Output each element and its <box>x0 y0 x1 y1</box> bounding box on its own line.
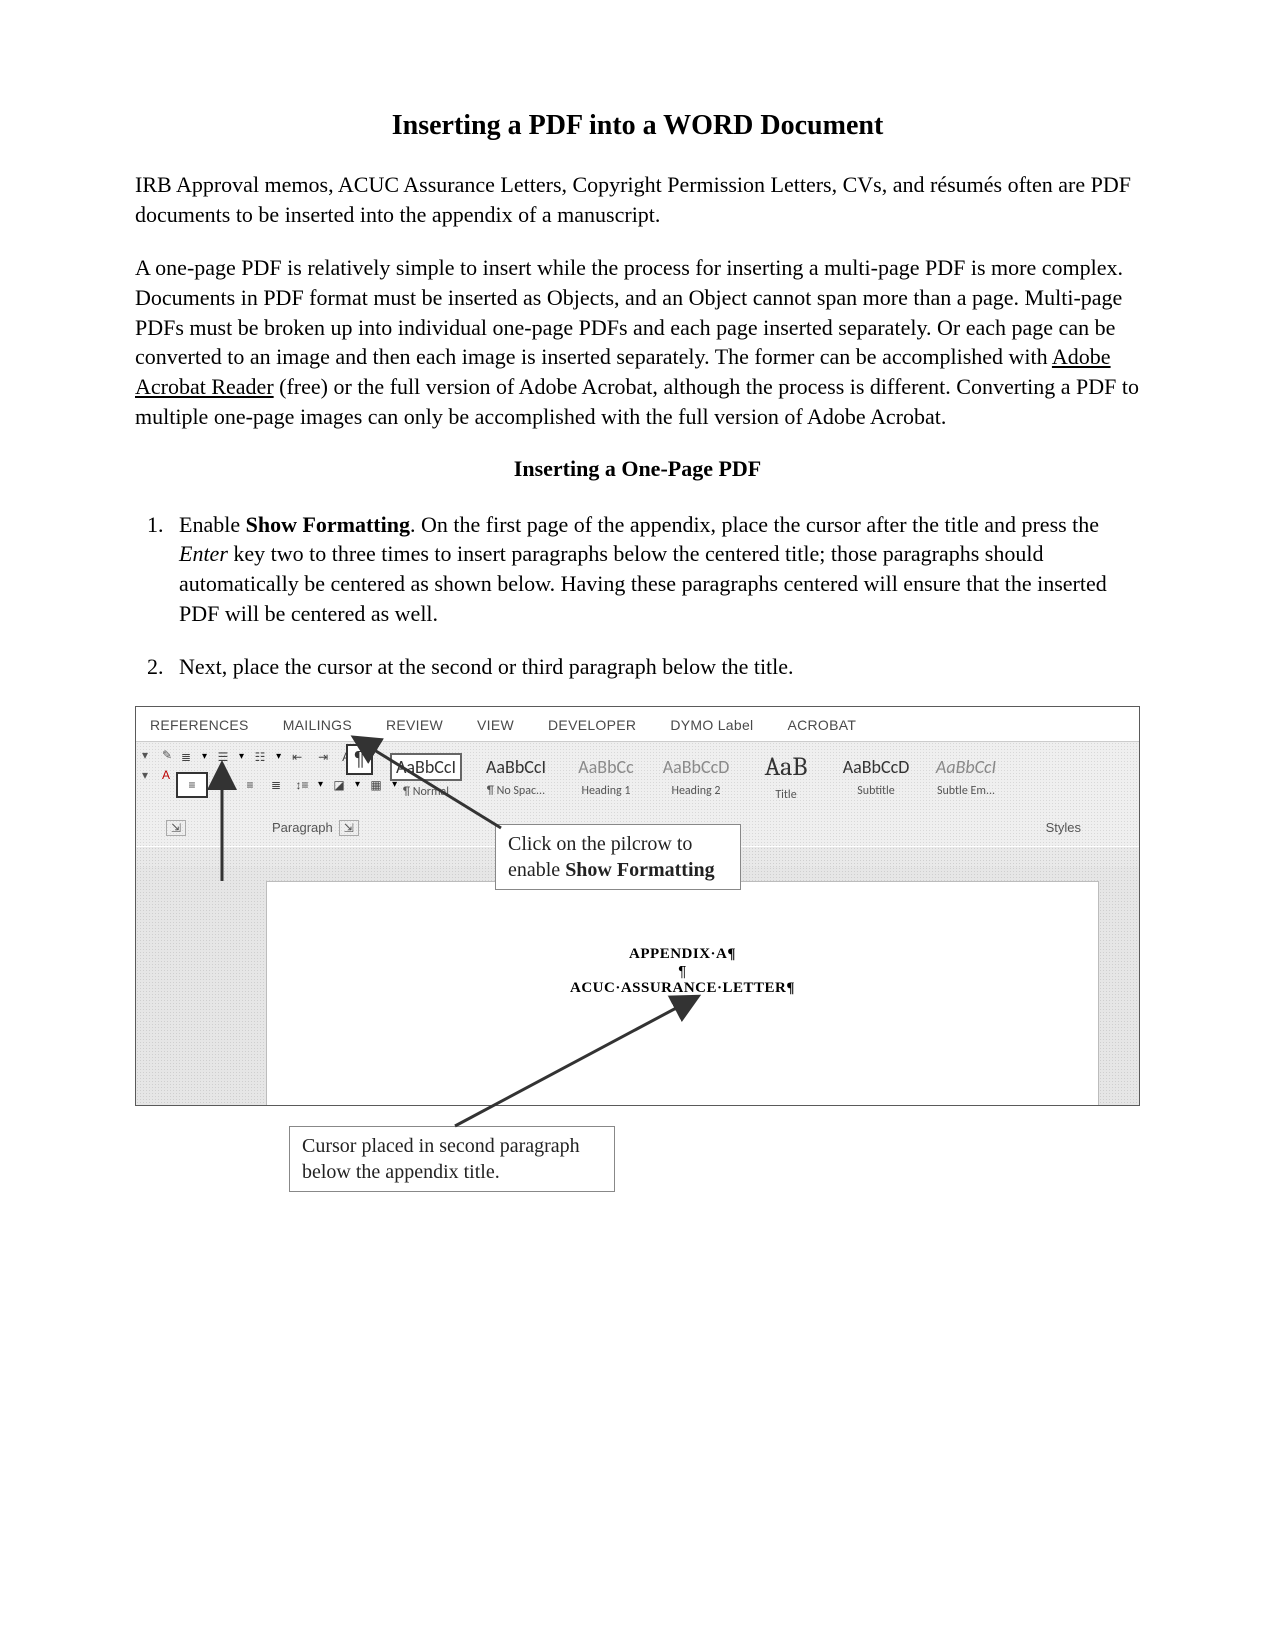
section-subhead: Inserting a One-Page PDF <box>135 456 1140 482</box>
step1-text-a: Enable <box>179 512 246 537</box>
step1-text-b: . On the first page of the appendix, pla… <box>410 512 1099 537</box>
tab-view[interactable]: VIEW <box>477 717 514 733</box>
style-label: Subtitle <box>857 784 895 798</box>
chevron-down-icon[interactable]: ▾ <box>239 751 244 762</box>
style-title[interactable]: AaB Title <box>742 750 830 802</box>
style-sample: AaBbCc <box>573 754 639 780</box>
step1-italic: Enter <box>179 541 228 566</box>
numbering-icon[interactable]: ☰ <box>213 748 233 766</box>
tab-developer[interactable]: DEVELOPER <box>548 717 636 733</box>
style-sample: AaB <box>760 750 813 784</box>
align-right-icon[interactable]: ≡ <box>240 776 260 794</box>
paragraph-group-label: Paragraph⇲ <box>272 820 359 835</box>
multilevel-list-icon[interactable]: ☷ <box>250 748 270 766</box>
ribbon-tabs: REFERENCES MAILINGS REVIEW VIEW DEVELOPE… <box>136 707 1139 742</box>
format-painter-icon[interactable]: ✎ <box>162 748 176 762</box>
appendix-subtitle-line: ACUC·ASSURANCE·LETTER¶ <box>267 980 1098 997</box>
chevron-down-icon[interactable]: ▾ <box>276 751 281 762</box>
style-subtitle[interactable]: AaBbCcD Subtitle <box>832 754 920 798</box>
callout1-bold: Show Formatting <box>565 859 714 881</box>
tab-acrobat[interactable]: ACROBAT <box>787 717 856 733</box>
style-label: Subtle Em... <box>937 784 995 798</box>
justify-icon[interactable]: ≣ <box>266 776 286 794</box>
style-sample: AaBbCcD <box>838 754 915 780</box>
chevron-down-icon[interactable]: ▾ <box>318 779 323 790</box>
arrow-to-pilcrow-icon <box>361 736 521 836</box>
bullets-icon[interactable]: ≣ <box>176 748 196 766</box>
dropdown-icon[interactable]: ▾ <box>142 748 156 762</box>
intro-paragraph-1: IRB Approval memos, ACUC Assurance Lette… <box>135 170 1140 229</box>
tab-references[interactable]: REFERENCES <box>150 717 249 733</box>
arrow-to-cursor-icon <box>435 996 695 1136</box>
step1-text-c: key two to three times to insert paragra… <box>179 541 1107 625</box>
chevron-down-icon[interactable]: ▾ <box>202 751 207 762</box>
line-spacing-icon[interactable]: ↕≡ <box>292 776 312 794</box>
increase-indent-icon[interactable]: ⇥ <box>313 748 333 766</box>
style-subtle-emphasis[interactable]: AaBbCcI Subtle Em... <box>922 754 1010 798</box>
intro2-part-a: A one-page PDF is relatively simple to i… <box>135 255 1123 369</box>
step-1: Enable Show Formatting. On the first pag… <box>169 510 1140 629</box>
style-label: Heading 1 <box>581 784 630 798</box>
intro-paragraph-2: A one-page PDF is relatively simple to i… <box>135 253 1140 431</box>
word-screenshot: REFERENCES MAILINGS REVIEW VIEW DEVELOPE… <box>135 706 1140 1226</box>
steps-list: Enable Show Formatting. On the first pag… <box>135 510 1140 682</box>
tab-review[interactable]: REVIEW <box>386 717 443 733</box>
page-title: Inserting a PDF into a WORD Document <box>135 110 1140 142</box>
styles-group-label: Styles <box>1046 820 1081 835</box>
dropdown-icon[interactable]: ▾ <box>142 768 156 782</box>
align-left-icon[interactable]: ≡ <box>176 772 208 798</box>
step1-bold: Show Formatting <box>246 512 410 537</box>
decrease-indent-icon[interactable]: ⇤ <box>287 748 307 766</box>
intro2-part-b: (free) or the full version of Adobe Acro… <box>135 374 1139 429</box>
style-heading2[interactable]: AaBbCcD Heading 2 <box>652 754 740 798</box>
tab-dymo[interactable]: DYMO Label <box>670 717 753 733</box>
font-group-launcher[interactable]: ⇲ <box>160 820 186 835</box>
style-heading1[interactable]: AaBbCc Heading 1 <box>562 754 650 798</box>
appendix-title-line: APPENDIX·A¶ <box>267 946 1098 963</box>
style-sample: AaBbCcD <box>658 754 735 780</box>
arrow-to-align-icon <box>207 776 237 886</box>
style-label: Title <box>775 788 796 802</box>
shading-icon[interactable]: ◪ <box>329 776 349 794</box>
chevron-down-icon[interactable]: ▾ <box>355 779 360 790</box>
font-color-icon[interactable]: A <box>162 768 176 782</box>
tab-mailings[interactable]: MAILINGS <box>283 717 352 733</box>
callout-pilcrow: Click on the pilcrow to enable Show Form… <box>495 824 741 890</box>
paragraph-launcher-icon[interactable]: ⇲ <box>339 820 359 836</box>
style-label: Heading 2 <box>671 784 720 798</box>
step-2: Next, place the cursor at the second or … <box>169 652 1140 682</box>
paragraph-mark: ¶ <box>267 963 1098 980</box>
style-sample: AaBbCcI <box>931 754 1001 780</box>
